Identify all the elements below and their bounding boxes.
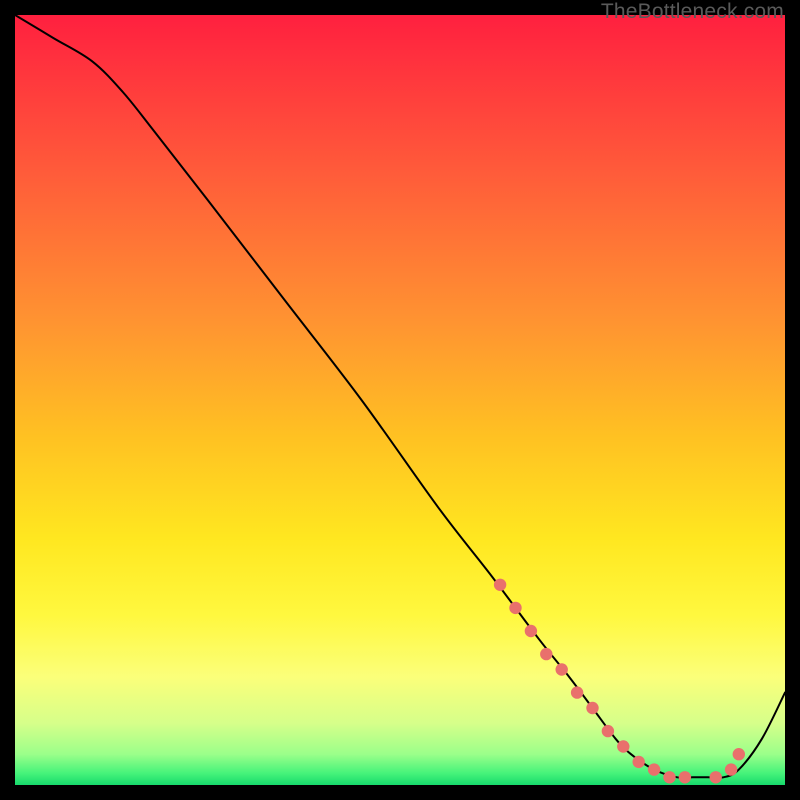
marker-dot	[525, 625, 537, 637]
marker-dot	[663, 771, 675, 783]
chart-stage: TheBottleneck.com	[0, 0, 800, 800]
marker-dot	[556, 663, 568, 675]
marker-dot	[494, 579, 506, 591]
marker-dot	[586, 702, 598, 714]
marker-dot	[602, 725, 614, 737]
bottleneck-chart	[15, 15, 785, 785]
marker-dot	[733, 748, 745, 760]
marker-dot	[571, 686, 583, 698]
marker-dot	[633, 756, 645, 768]
marker-dot	[509, 602, 521, 614]
watermark-text: TheBottleneck.com	[601, 0, 784, 24]
marker-dot	[540, 648, 552, 660]
marker-dot	[679, 771, 691, 783]
marker-dot	[725, 763, 737, 775]
gradient-rect	[15, 15, 785, 785]
marker-dot	[648, 763, 660, 775]
marker-dot	[617, 740, 629, 752]
marker-dot	[710, 771, 722, 783]
